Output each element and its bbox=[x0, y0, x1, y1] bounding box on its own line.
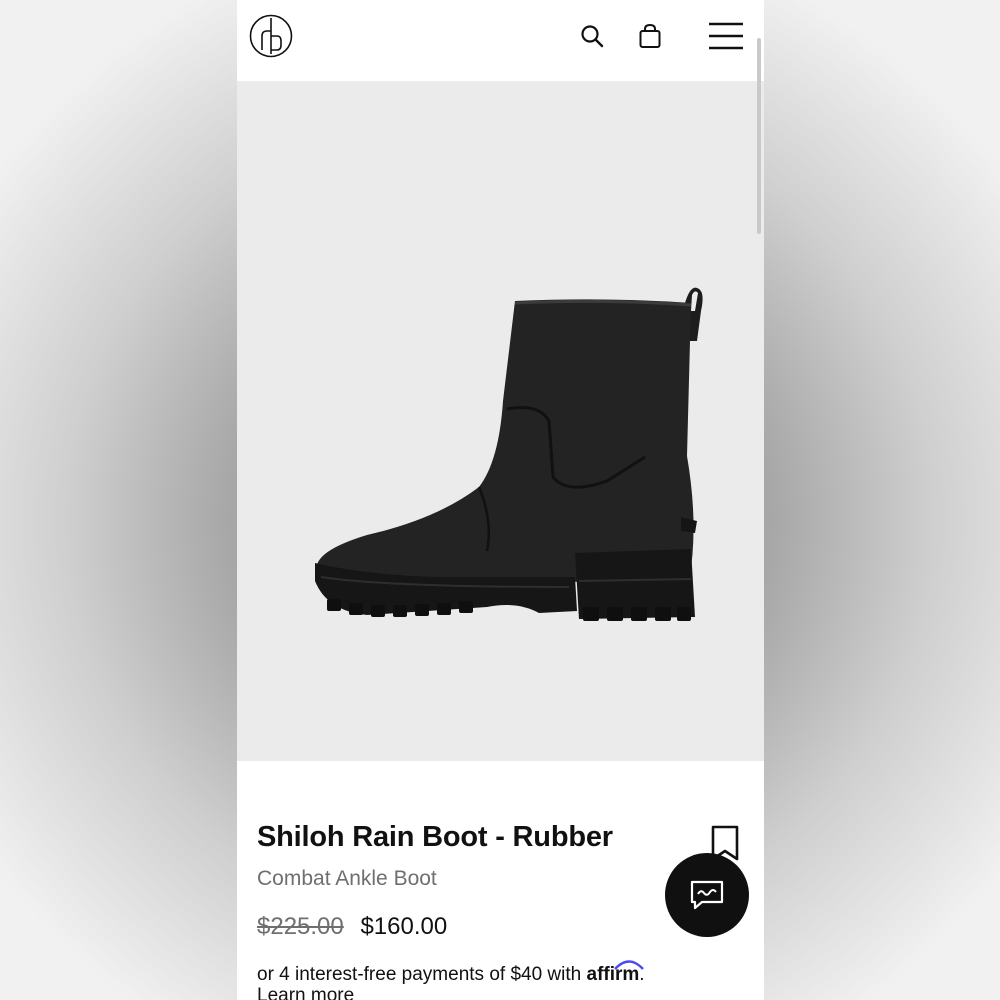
affirm-arc-icon bbox=[613, 960, 644, 970]
search-icon[interactable] bbox=[579, 22, 605, 50]
affirm-logo: affirm bbox=[587, 960, 644, 985]
chat-button[interactable] bbox=[665, 853, 749, 937]
page-scrollbar[interactable] bbox=[757, 38, 761, 234]
product-subtitle: Combat Ankle Boot bbox=[257, 867, 437, 890]
shopping-bag-icon[interactable] bbox=[637, 22, 663, 50]
sale-price: $160.00 bbox=[360, 913, 448, 940]
rain-boot-image bbox=[315, 287, 703, 621]
learn-more-link[interactable]: Learn more bbox=[257, 985, 354, 1000]
product-title: Shiloh Rain Boot - Rubber bbox=[257, 821, 613, 853]
installments-copy: or 4 interest-free payments of $40 with bbox=[257, 964, 587, 985]
hamburger-menu-icon[interactable] bbox=[707, 20, 745, 52]
price-row: $225.00 $160.00 bbox=[257, 913, 447, 941]
chat-icon bbox=[690, 880, 724, 910]
installments-text: or 4 interest-free payments of $40 with … bbox=[257, 960, 645, 986]
rb-logo-icon[interactable] bbox=[249, 14, 293, 58]
mobile-page: Shiloh Rain Boot - Rubber Combat Ankle B… bbox=[237, 0, 764, 1000]
site-header bbox=[237, 0, 764, 81]
product-image[interactable] bbox=[237, 81, 764, 761]
original-price: $225.00 bbox=[257, 913, 344, 940]
